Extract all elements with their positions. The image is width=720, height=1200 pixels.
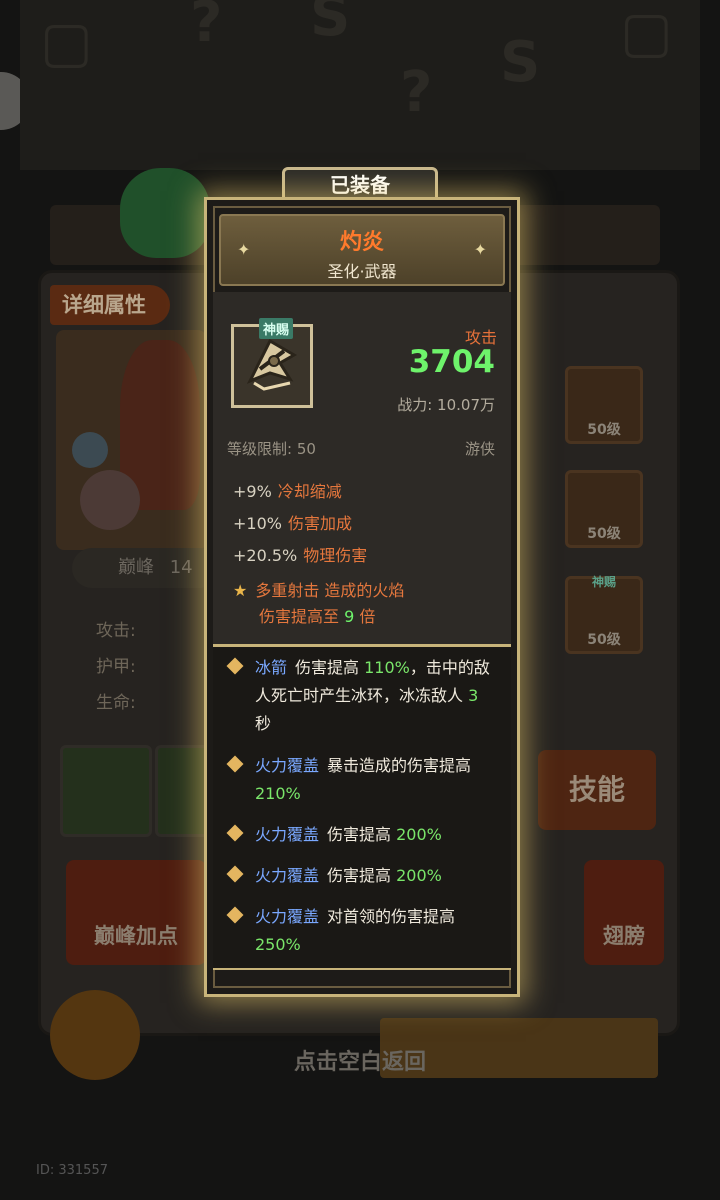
bonus-stat-physical: +20.5% 物理伤害 (233, 542, 367, 566)
skill-desc: 伤害提高 (295, 658, 360, 677)
attack-value: 3704 (408, 344, 495, 380)
stat-desc: 伤害加成 (287, 514, 352, 533)
combat-power: 战力: 10.07万 (397, 396, 495, 414)
equip-slot-tag: 神赐 (591, 575, 616, 589)
skill-name: 火力覆盖 (255, 756, 320, 775)
star-icon: ★ (233, 581, 248, 600)
stat-value: +20.5% (233, 546, 298, 565)
bonus-stat-cooldown: +9% 冷却缩减 (233, 478, 342, 502)
skill-percent: 210% (255, 784, 301, 803)
skill-desc: 伤害提高 (327, 825, 392, 844)
equip-slot-2[interactable]: 50级 (565, 470, 643, 548)
peak-points-button[interactable]: 巅峰加点 (66, 860, 206, 965)
special-suffix: 倍 (359, 607, 376, 626)
sparkle-icon: ✦ (237, 240, 251, 259)
balloon-image (72, 432, 108, 468)
skill-percent: 110% (364, 658, 410, 677)
green-pet-image (120, 168, 210, 258)
wings-button[interactable]: 翅膀 (584, 860, 664, 965)
skill-effect-1: 冰箭 伤害提高 110%，击中的敌人死亡时产生冰环，冰冻敌人 3 秒 (226, 654, 497, 738)
bottom-divider (213, 968, 511, 970)
stat-value: +10% (233, 514, 282, 533)
peak-label: 巅峰 (118, 557, 154, 578)
skill-button[interactable]: 技能 (538, 750, 656, 830)
equip-slot-level: 50级 (587, 632, 621, 648)
special-effect: ★ 多重射击 造成的火焰 伤害提高至 9 倍 (233, 578, 404, 630)
stat-value: +9% (233, 482, 272, 501)
weapon-name: 灼炎 (339, 230, 384, 255)
peak-level-badge: 巅峰 14 (72, 548, 207, 588)
stat-desc: 冷却缩减 (277, 482, 342, 501)
clown-pet-image (80, 470, 140, 530)
skill-effect-5: 火力覆盖 对首领的伤害提高 250% (226, 903, 497, 959)
skill-desc: 对首领的伤害提高 (327, 907, 456, 926)
skill-name: 火力覆盖 (255, 825, 320, 844)
skill-percent: 250% (255, 935, 301, 954)
skill-desc: 暴击造成的伤害提高 (327, 756, 472, 775)
stat-life-label: 生命: (96, 693, 136, 713)
peak-value: 14 (169, 557, 193, 578)
stat-armor-label: 护甲: (96, 657, 136, 677)
tap-blank-to-return-hint[interactable]: 点击空白返回 (0, 1044, 720, 1076)
skill-tail: 秒 (255, 714, 272, 733)
class-name: 游侠 (464, 440, 495, 458)
weapon-type: 圣化·武器 (327, 262, 397, 281)
skill-percent: 200% (396, 825, 442, 844)
background-pattern: ▢ ? S ? S ▢ (20, 0, 700, 170)
special-line-1: 多重射击 造成的火焰 (255, 581, 405, 600)
detail-attributes-tag[interactable]: 详细属性 (50, 285, 170, 325)
skill-desc: 伤害提高 (327, 866, 392, 885)
skill-effect-2: 火力覆盖 暴击造成的伤害提高 210% (226, 752, 497, 808)
special-multiplier: 9 (344, 607, 355, 626)
skill-name: 冰箭 (255, 658, 288, 677)
equip-slot-level: 50级 (587, 422, 621, 438)
equipment-detail-popup: ✦ ✦ 灼炎 圣化·武器 神赐 攻击 3704 战力: 10.07万 等级限制:… (204, 197, 520, 997)
level-limit: 等级限制: 50 (227, 440, 316, 458)
skill-effect-4: 火力覆盖 伤害提高 200% (226, 862, 497, 890)
skill-effect-3: 火力覆盖 伤害提高 200% (226, 821, 497, 849)
crossbow-icon (246, 338, 297, 391)
weapon-header-card: ✦ ✦ 灼炎 圣化·武器 (219, 214, 505, 286)
skill-name: 火力覆盖 (255, 866, 320, 885)
special-prefix: 伤害提高至 (259, 607, 340, 626)
bonus-stat-damage: +10% 伤害加成 (233, 510, 352, 534)
divine-gift-tag: 神赐 (259, 318, 294, 339)
skill-percent: 200% (396, 866, 442, 885)
skill-slot-1[interactable] (60, 745, 152, 837)
stat-attack-label: 攻击: (96, 621, 136, 641)
equip-slot-3[interactable]: 神赐 50级 (565, 575, 643, 654)
skill-number: 3 (468, 686, 479, 705)
stat-desc: 物理伤害 (303, 546, 368, 565)
user-id-label: ID: 331557 (36, 1163, 108, 1178)
sparkle-icon: ✦ (473, 240, 487, 259)
equip-slot-level: 50级 (587, 526, 621, 542)
skill-name: 火力覆盖 (255, 907, 320, 926)
equip-slot-1[interactable]: 50级 (565, 366, 643, 444)
